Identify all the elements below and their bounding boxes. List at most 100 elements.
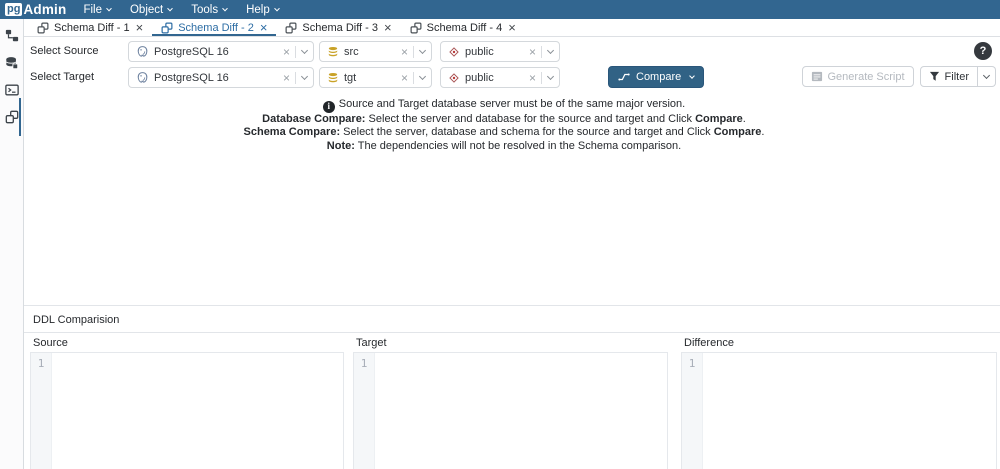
ddl-difference-editor[interactable]: 1 (681, 352, 997, 469)
generate-script-button[interactable]: Generate Script (802, 66, 914, 87)
target-schema-combo[interactable]: public × (440, 67, 560, 88)
chevron-down-icon (222, 5, 228, 11)
compare-instructions: iSource and Target database server must … (24, 98, 984, 153)
sidebar-item-query-tool[interactable] (4, 55, 20, 71)
clear-icon[interactable]: × (283, 47, 290, 57)
tab-label: Schema Diff - 2 (178, 22, 254, 34)
combo-value: PostgreSQL 16 (154, 46, 283, 58)
script-icon (811, 71, 823, 82)
info-line-3: Schema Compare: Select the server, datab… (24, 126, 984, 140)
filter-dropdown-button[interactable] (978, 66, 996, 87)
chevron-down-icon (274, 5, 280, 11)
chevron-down-icon[interactable] (301, 46, 308, 53)
postgresql-server-icon (136, 71, 149, 84)
workspace-sidebar (0, 19, 24, 469)
database-icon (327, 46, 339, 58)
schema-diff-icon (410, 22, 422, 34)
app-header: pgAdmin File Object Tools Help (0, 0, 1000, 19)
sidebar-item-psql-tool[interactable] (4, 82, 20, 98)
schema-diff-icon (285, 22, 297, 34)
source-server-combo[interactable]: PostgreSQL 16 × (128, 41, 314, 62)
combo-divider (295, 72, 296, 84)
postgresql-server-icon (136, 45, 149, 58)
tab-schema-diff-3[interactable]: Schema Diff - 3 × (276, 19, 400, 36)
chevron-down-icon[interactable] (301, 72, 308, 79)
active-workspace-indicator (19, 98, 21, 136)
schema-diff-icon (161, 22, 173, 34)
info-line-4: Note: The dependencies will not be resol… (24, 140, 984, 154)
line-number: 1 (31, 353, 51, 370)
chevron-down-icon[interactable] (547, 72, 554, 79)
compare-label: Compare (636, 71, 681, 83)
combo-divider (295, 46, 296, 58)
menu-bar: File Object Tools Help (83, 4, 278, 16)
close-icon[interactable]: × (384, 23, 392, 33)
combo-divider (413, 72, 414, 84)
generate-script-label: Generate Script (828, 71, 905, 83)
filter-funnel-icon (929, 71, 940, 82)
menu-file[interactable]: File (83, 4, 111, 16)
ddl-source-label: Source (33, 337, 68, 349)
tab-label: Schema Diff - 3 (302, 22, 378, 34)
chevron-down-icon[interactable] (419, 46, 426, 53)
select-source-label: Select Source (30, 41, 98, 62)
database-icon (327, 72, 339, 84)
close-icon[interactable]: × (136, 23, 144, 33)
close-icon[interactable]: × (260, 23, 268, 33)
schema-diff-panel: Select Source Select Target PostgreSQL 1… (24, 37, 1000, 469)
combo-value: PostgreSQL 16 (154, 72, 283, 84)
chevron-down-icon (106, 5, 112, 11)
toolbar-right: Generate Script Filter (802, 66, 997, 87)
source-schema-combo[interactable]: public × (440, 41, 560, 62)
close-icon[interactable]: × (508, 23, 516, 33)
line-number: 1 (354, 353, 374, 370)
filter-label: Filter (945, 71, 969, 83)
chevron-down-icon[interactable] (689, 73, 695, 79)
query-tool-icon (5, 56, 19, 70)
terminal-icon (5, 83, 19, 97)
question-mark-icon: ? (980, 45, 987, 57)
ddl-difference-label: Difference (684, 337, 734, 349)
target-database-combo[interactable]: tgt × (319, 67, 432, 88)
line-number-gutter: 1 (31, 353, 52, 469)
compare-icon (618, 72, 630, 82)
sidebar-item-object-explorer[interactable] (4, 28, 20, 44)
clear-icon[interactable]: × (401, 47, 408, 57)
pgadmin-window: pgAdmin File Object Tools Help (0, 0, 1000, 469)
clear-icon[interactable]: × (283, 73, 290, 83)
tab-schema-diff-4[interactable]: Schema Diff - 4 × (401, 19, 525, 36)
schema-diff-icon (37, 22, 49, 34)
ddl-source-editor[interactable]: 1 (30, 352, 344, 469)
pgadmin-logo: pgAdmin (5, 2, 66, 17)
help-button[interactable]: ? (974, 42, 992, 60)
tab-schema-diff-2[interactable]: Schema Diff - 2 × (152, 19, 276, 36)
target-server-combo[interactable]: PostgreSQL 16 × (128, 67, 314, 88)
menu-tools[interactable]: Tools (191, 4, 227, 16)
chevron-down-icon (167, 5, 173, 11)
filter-split-button: Filter (920, 66, 996, 87)
menu-help[interactable]: Help (246, 4, 279, 16)
menu-object[interactable]: Object (130, 4, 172, 16)
tab-label: Schema Diff - 1 (54, 22, 130, 34)
select-target-label: Select Target (30, 67, 94, 88)
compare-button[interactable]: Compare (608, 66, 704, 88)
ddl-comparison-header: DDL Comparision (24, 308, 1000, 333)
combo-value: src (344, 46, 401, 58)
panel-splitter[interactable] (24, 305, 1000, 306)
sidebar-item-schema-diff[interactable] (4, 109, 20, 125)
schema-icon (448, 72, 460, 84)
line-number-gutter: 1 (682, 353, 703, 469)
combo-divider (541, 46, 542, 58)
filter-button[interactable]: Filter (920, 66, 978, 87)
clear-icon[interactable]: × (401, 73, 408, 83)
chevron-down-icon[interactable] (419, 72, 426, 79)
source-database-combo[interactable]: src × (319, 41, 432, 62)
ddl-target-editor[interactable]: 1 (353, 352, 668, 469)
clear-icon[interactable]: × (529, 47, 536, 57)
clear-icon[interactable]: × (529, 73, 536, 83)
tab-bar: Schema Diff - 1 × Schema Diff - 2 × Sche… (24, 19, 1000, 37)
logo-admin-text: Admin (23, 2, 66, 17)
tab-schema-diff-1[interactable]: Schema Diff - 1 × (28, 19, 152, 36)
chevron-down-icon[interactable] (547, 46, 554, 53)
schema-icon (448, 46, 460, 58)
